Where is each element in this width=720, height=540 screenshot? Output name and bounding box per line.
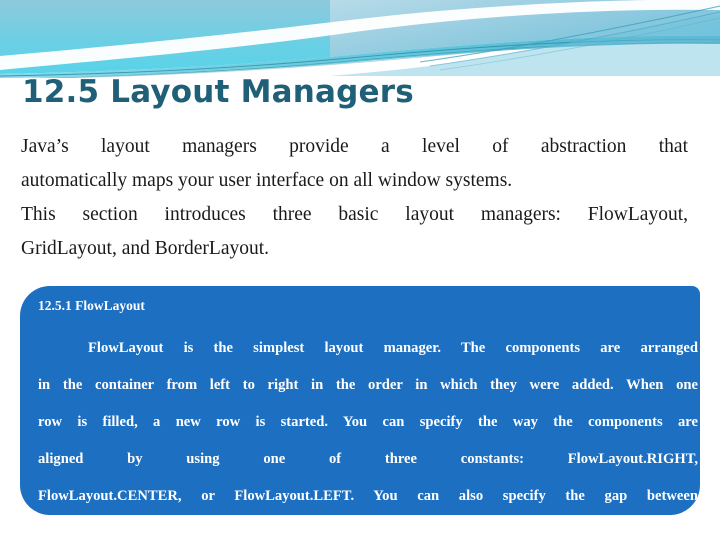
callout-line-4: aligned by using one of three constants:…	[38, 451, 698, 467]
callout-body-text: FlowLayout is the simplest layout manage…	[38, 330, 698, 515]
body-line-4: GridLayout, and BorderLayout.	[21, 238, 270, 259]
slide-canvas: 12.5 Layout Managers Java’s layout manag…	[0, 0, 720, 540]
decorative-wave-banner	[0, 0, 720, 78]
body-line-2: automatically maps your user interface o…	[21, 170, 513, 191]
callout-line-3: row is filled, a new row is started. You…	[38, 414, 698, 430]
flowlayout-callout-box: 12.5.1 FlowLayout FlowLayout is the simp…	[20, 286, 700, 515]
body-paragraph: Java’s layout managers provide a level o…	[21, 130, 688, 266]
callout-heading: 12.5.1 FlowLayout	[38, 298, 145, 313]
callout-line-2: in the container from left to right in t…	[38, 377, 698, 393]
page-title: 12.5 Layout Managers	[22, 74, 414, 110]
callout-line-1: FlowLayout is the simplest layout manage…	[88, 340, 698, 356]
body-line-3: This section introduces three basic layo…	[21, 204, 688, 225]
body-line-1: Java’s layout managers provide a level o…	[21, 136, 688, 157]
callout-line-5: FlowLayout.CENTER, or FlowLayout.LEFT. Y…	[38, 488, 698, 504]
banner-graphic	[0, 0, 720, 78]
